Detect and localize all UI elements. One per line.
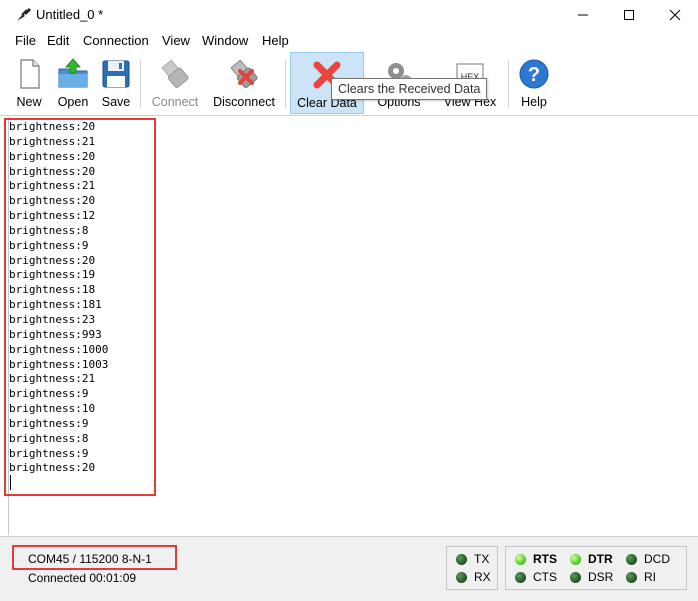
tx-label: TX [474, 552, 490, 566]
new-button[interactable]: New [11, 52, 47, 114]
menu-window[interactable]: Window [202, 33, 248, 48]
minimize-button[interactable] [560, 0, 606, 30]
usb-plug-icon [161, 59, 189, 89]
dsr-led [570, 572, 581, 583]
menu-connection[interactable]: Connection [83, 33, 149, 48]
tx-led [456, 554, 467, 565]
highlight-box-status [12, 545, 177, 570]
app-icon [15, 7, 33, 23]
new-label: New [16, 95, 42, 109]
open-button[interactable]: Open [54, 52, 92, 114]
help-button[interactable]: ? Help [515, 52, 553, 114]
new-file-icon [20, 59, 40, 89]
maximize-button[interactable] [606, 0, 652, 30]
rts-label[interactable]: RTS [533, 552, 557, 566]
disconnect-plug-icon [230, 59, 258, 89]
open-folder-icon [58, 58, 88, 88]
help-question-icon: ? [519, 59, 549, 89]
toolbar-separator [508, 60, 509, 108]
ri-label: RI [644, 570, 656, 584]
dtr-label[interactable]: DTR [588, 552, 613, 566]
dsr-label: DSR [588, 570, 614, 584]
save-label: Save [101, 95, 131, 109]
connect-label: Connect [151, 95, 199, 109]
maximize-icon [624, 10, 634, 20]
connection-status: Connected 00:01:09 [28, 571, 137, 585]
tooltip: Clears the Received Data [331, 78, 488, 100]
toolbar-separator [285, 60, 286, 108]
dcd-label: DCD [644, 552, 670, 566]
save-button[interactable]: Save [99, 52, 133, 114]
window-title: Untitled_0 * [36, 7, 104, 22]
highlight-box-data [4, 118, 156, 496]
open-label: Open [57, 95, 89, 109]
save-floppy-icon [102, 60, 130, 88]
toolbar-separator [140, 60, 141, 108]
connect-button[interactable]: Connect [148, 52, 202, 114]
cts-led [515, 572, 526, 583]
menu-edit[interactable]: Edit [47, 33, 69, 48]
rx-led [456, 572, 467, 583]
close-button[interactable] [652, 0, 698, 30]
ri-led [626, 572, 637, 583]
menu-help[interactable]: Help [262, 33, 289, 48]
menu-view[interactable]: View [162, 33, 190, 48]
disconnect-label: Disconnect [213, 95, 275, 109]
minimize-icon [578, 14, 588, 16]
svg-text:?: ? [528, 64, 540, 86]
cts-label: CTS [533, 570, 557, 584]
dtr-led [570, 554, 581, 565]
close-icon [669, 9, 681, 21]
rts-led [515, 554, 526, 565]
menu-file[interactable]: File [15, 33, 36, 48]
disconnect-button[interactable]: Disconnect [208, 52, 280, 114]
help-label: Help [521, 95, 547, 109]
dcd-led [626, 554, 637, 565]
rx-label: RX [474, 570, 491, 584]
